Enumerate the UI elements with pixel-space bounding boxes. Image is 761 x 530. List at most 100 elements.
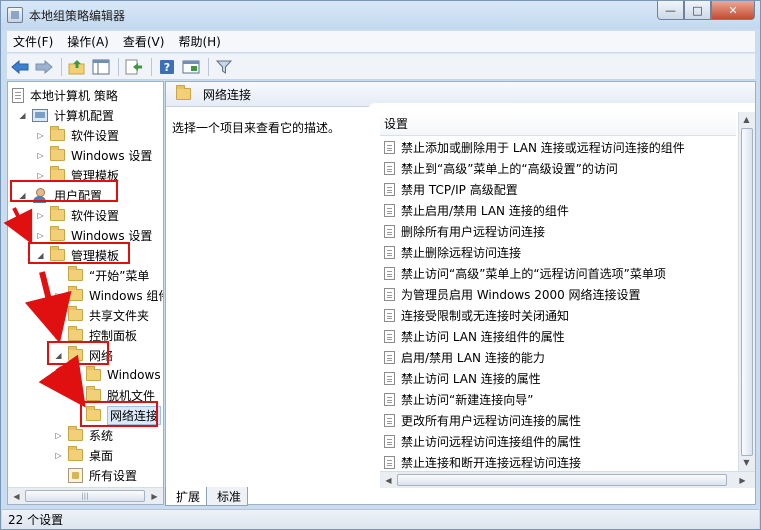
- expand-arrow-icon[interactable]: ▷: [54, 331, 63, 340]
- list-item-label: 连接受限制或无连接时关闭通知: [401, 308, 570, 323]
- folder-icon: [176, 85, 191, 100]
- list-item[interactable]: 禁止访问远程访问连接组件的属性: [384, 432, 581, 450]
- list-item[interactable]: 为管理员启用 Windows 2000 网络连接设置: [384, 285, 641, 303]
- list-item[interactable]: 连接受限制或无连接时关闭通知: [384, 306, 569, 324]
- expand-arrow-icon[interactable]: ▷: [36, 131, 45, 140]
- tree-item-windows-settings[interactable]: ▷ Windows 设置: [36, 146, 152, 164]
- folder-icon: [86, 366, 101, 381]
- list-vertical-scrollbar[interactable]: ▲ ▼: [738, 112, 755, 472]
- expand-arrow-icon[interactable]: ▷: [54, 451, 63, 460]
- tree-item-all-settings[interactable]: 所有设置: [54, 466, 137, 484]
- settings-icon: [68, 467, 83, 483]
- show-hide-tree-icon[interactable]: [90, 56, 112, 78]
- tree-item-software-settings[interactable]: ▷ 软件设置: [36, 126, 119, 144]
- up-folder-icon[interactable]: [66, 56, 88, 78]
- menu-file[interactable]: 文件(F): [13, 33, 53, 50]
- list-item[interactable]: 禁止连接和断开连接远程访问连接: [384, 453, 581, 471]
- toolbar-separator: [151, 57, 152, 76]
- app-icon: [7, 7, 23, 23]
- menu-help[interactable]: 帮助(H): [178, 33, 220, 50]
- list-item-label: 禁止连接和断开连接远程访问连接: [401, 455, 582, 470]
- policy-icon: [384, 161, 395, 175]
- list-item[interactable]: 启用/禁用 LAN 连接的能力: [384, 348, 545, 366]
- policy-icon: [384, 371, 395, 385]
- list-item-label: 禁止访问“高级”菜单上的“远程访问首选项”菜单项: [401, 266, 666, 281]
- scroll-down-icon[interactable]: ▼: [740, 456, 753, 469]
- expand-arrow-icon: [72, 371, 81, 380]
- svg-text:?: ?: [164, 61, 170, 74]
- list-item[interactable]: 禁止到“高级”菜单上的“高级设置”的访问: [384, 159, 618, 177]
- list-item[interactable]: 禁止访问“高级”菜单上的“远程访问首选项”菜单项: [384, 264, 666, 282]
- tree-item-label: 共享文件夹: [89, 308, 150, 323]
- status-bar: 22 个设置: [2, 509, 759, 529]
- list-item-label: 禁止访问 LAN 连接组件的属性: [401, 329, 565, 344]
- scrollbar-thumb[interactable]: |||: [25, 490, 145, 502]
- toolbar-separator: [118, 57, 119, 76]
- tree-item-system[interactable]: ▷ 系统: [54, 426, 113, 444]
- scrollbar-thumb[interactable]: [397, 474, 727, 486]
- tree-item-shared-folders[interactable]: 共享文件夹: [54, 306, 149, 324]
- tree-root-label: 本地计算机 策略: [30, 88, 118, 103]
- tab-extended[interactable]: 扩展: [165, 487, 208, 506]
- tree-item-windows-components[interactable]: ▷ Windows 组件: [54, 286, 163, 304]
- list-item-label: 更改所有用户远程访问连接的属性: [401, 413, 582, 428]
- view-tabs: 扩展 标准: [165, 487, 249, 506]
- header-curve-decoration: [368, 103, 755, 110]
- tree-item-label: 计算机配置: [54, 108, 115, 123]
- list-item[interactable]: 禁止访问 LAN 连接的属性: [384, 369, 541, 387]
- tree-item-computer-config[interactable]: ◢ 计算机配置: [18, 106, 114, 124]
- scroll-right-icon[interactable]: ▶: [148, 490, 161, 503]
- list-item[interactable]: 禁止访问 LAN 连接组件的属性: [384, 327, 565, 345]
- list-horizontal-scrollbar[interactable]: ◀ ▶: [380, 471, 755, 488]
- expand-arrow-icon[interactable]: ▷: [36, 151, 45, 160]
- list-item[interactable]: 禁止删除远程访问连接: [384, 243, 521, 261]
- filter-icon[interactable]: [213, 56, 235, 78]
- menu-view[interactable]: 查看(V): [123, 33, 165, 50]
- collapse-arrow-icon[interactable]: ◢: [18, 111, 27, 120]
- export-list-icon[interactable]: [123, 56, 145, 78]
- policy-icon: [384, 455, 395, 469]
- forward-icon[interactable]: [33, 56, 55, 78]
- policy-icon: [384, 203, 395, 217]
- expand-arrow-icon[interactable]: ▷: [54, 431, 63, 440]
- tree-horizontal-scrollbar[interactable]: ◀ ||| ▶: [8, 487, 163, 504]
- list-item[interactable]: 更改所有用户远程访问连接的属性: [384, 411, 581, 429]
- maximize-button[interactable]: □: [684, 1, 711, 20]
- list-item[interactable]: 禁止添加或删除用于 LAN 连接或远程访问连接的组件: [384, 138, 685, 156]
- list-item[interactable]: 禁止启用/禁用 LAN 连接的组件: [384, 201, 569, 219]
- list-item[interactable]: 删除所有用户远程访问连接: [384, 222, 545, 240]
- close-button[interactable]: ✕: [711, 1, 755, 20]
- back-icon[interactable]: [9, 56, 31, 78]
- scroll-left-icon[interactable]: ◀: [382, 474, 395, 487]
- details-title: 网络连接: [203, 87, 252, 102]
- tree-item-desktop[interactable]: ▷ 桌面: [54, 446, 113, 464]
- tree-root[interactable]: 本地计算机 策略: [12, 86, 118, 104]
- expand-arrow-icon[interactable]: ▷: [54, 291, 63, 300]
- app-window: 本地组策略编辑器 — □ ✕ 文件(F) 操作(A) 查看(V) 帮助(H) ?…: [0, 0, 761, 530]
- expand-arrow-icon[interactable]: ▷: [36, 171, 45, 180]
- tab-standard[interactable]: 标准: [206, 487, 249, 506]
- list-item-label: 删除所有用户远程访问连接: [401, 224, 546, 239]
- scroll-up-icon[interactable]: ▲: [740, 113, 753, 126]
- expand-arrow-icon: [72, 391, 81, 400]
- tree-item-user-software-settings[interactable]: ▷ 软件设置: [36, 206, 119, 224]
- minimize-button[interactable]: —: [657, 1, 684, 20]
- description-text: 选择一个项目来查看它的描述。: [172, 121, 341, 135]
- tree-item-label: 所有设置: [89, 468, 138, 483]
- list-item[interactable]: 禁止访问“新建连接向导”: [384, 390, 533, 408]
- tree-item-label: 软件设置: [71, 208, 120, 223]
- menu-action[interactable]: 操作(A): [67, 33, 109, 50]
- navigation-tree: 本地计算机 策略 ◢ 计算机配置 ▷ 软件设置 ▷ Windows 设置 ▷ 管…: [7, 81, 164, 505]
- list-item-label: 禁用 TCP/IP 高级配置: [401, 182, 518, 197]
- column-header-setting[interactable]: 设置: [380, 112, 736, 136]
- expand-arrow-icon[interactable]: ▷: [36, 211, 45, 220]
- tree-item-start-menu[interactable]: “开始”菜单: [54, 266, 149, 284]
- list-item[interactable]: 禁用 TCP/IP 高级配置: [384, 180, 518, 198]
- expand-arrow-icon[interactable]: ▷: [36, 231, 45, 240]
- properties-icon[interactable]: [180, 56, 202, 78]
- scroll-left-icon[interactable]: ◀: [10, 490, 23, 503]
- help-icon[interactable]: ?: [156, 56, 178, 78]
- tree-item-network-windows[interactable]: Windows: [72, 366, 161, 384]
- scroll-right-icon[interactable]: ▶: [736, 474, 749, 487]
- scrollbar-thumb[interactable]: [741, 128, 753, 456]
